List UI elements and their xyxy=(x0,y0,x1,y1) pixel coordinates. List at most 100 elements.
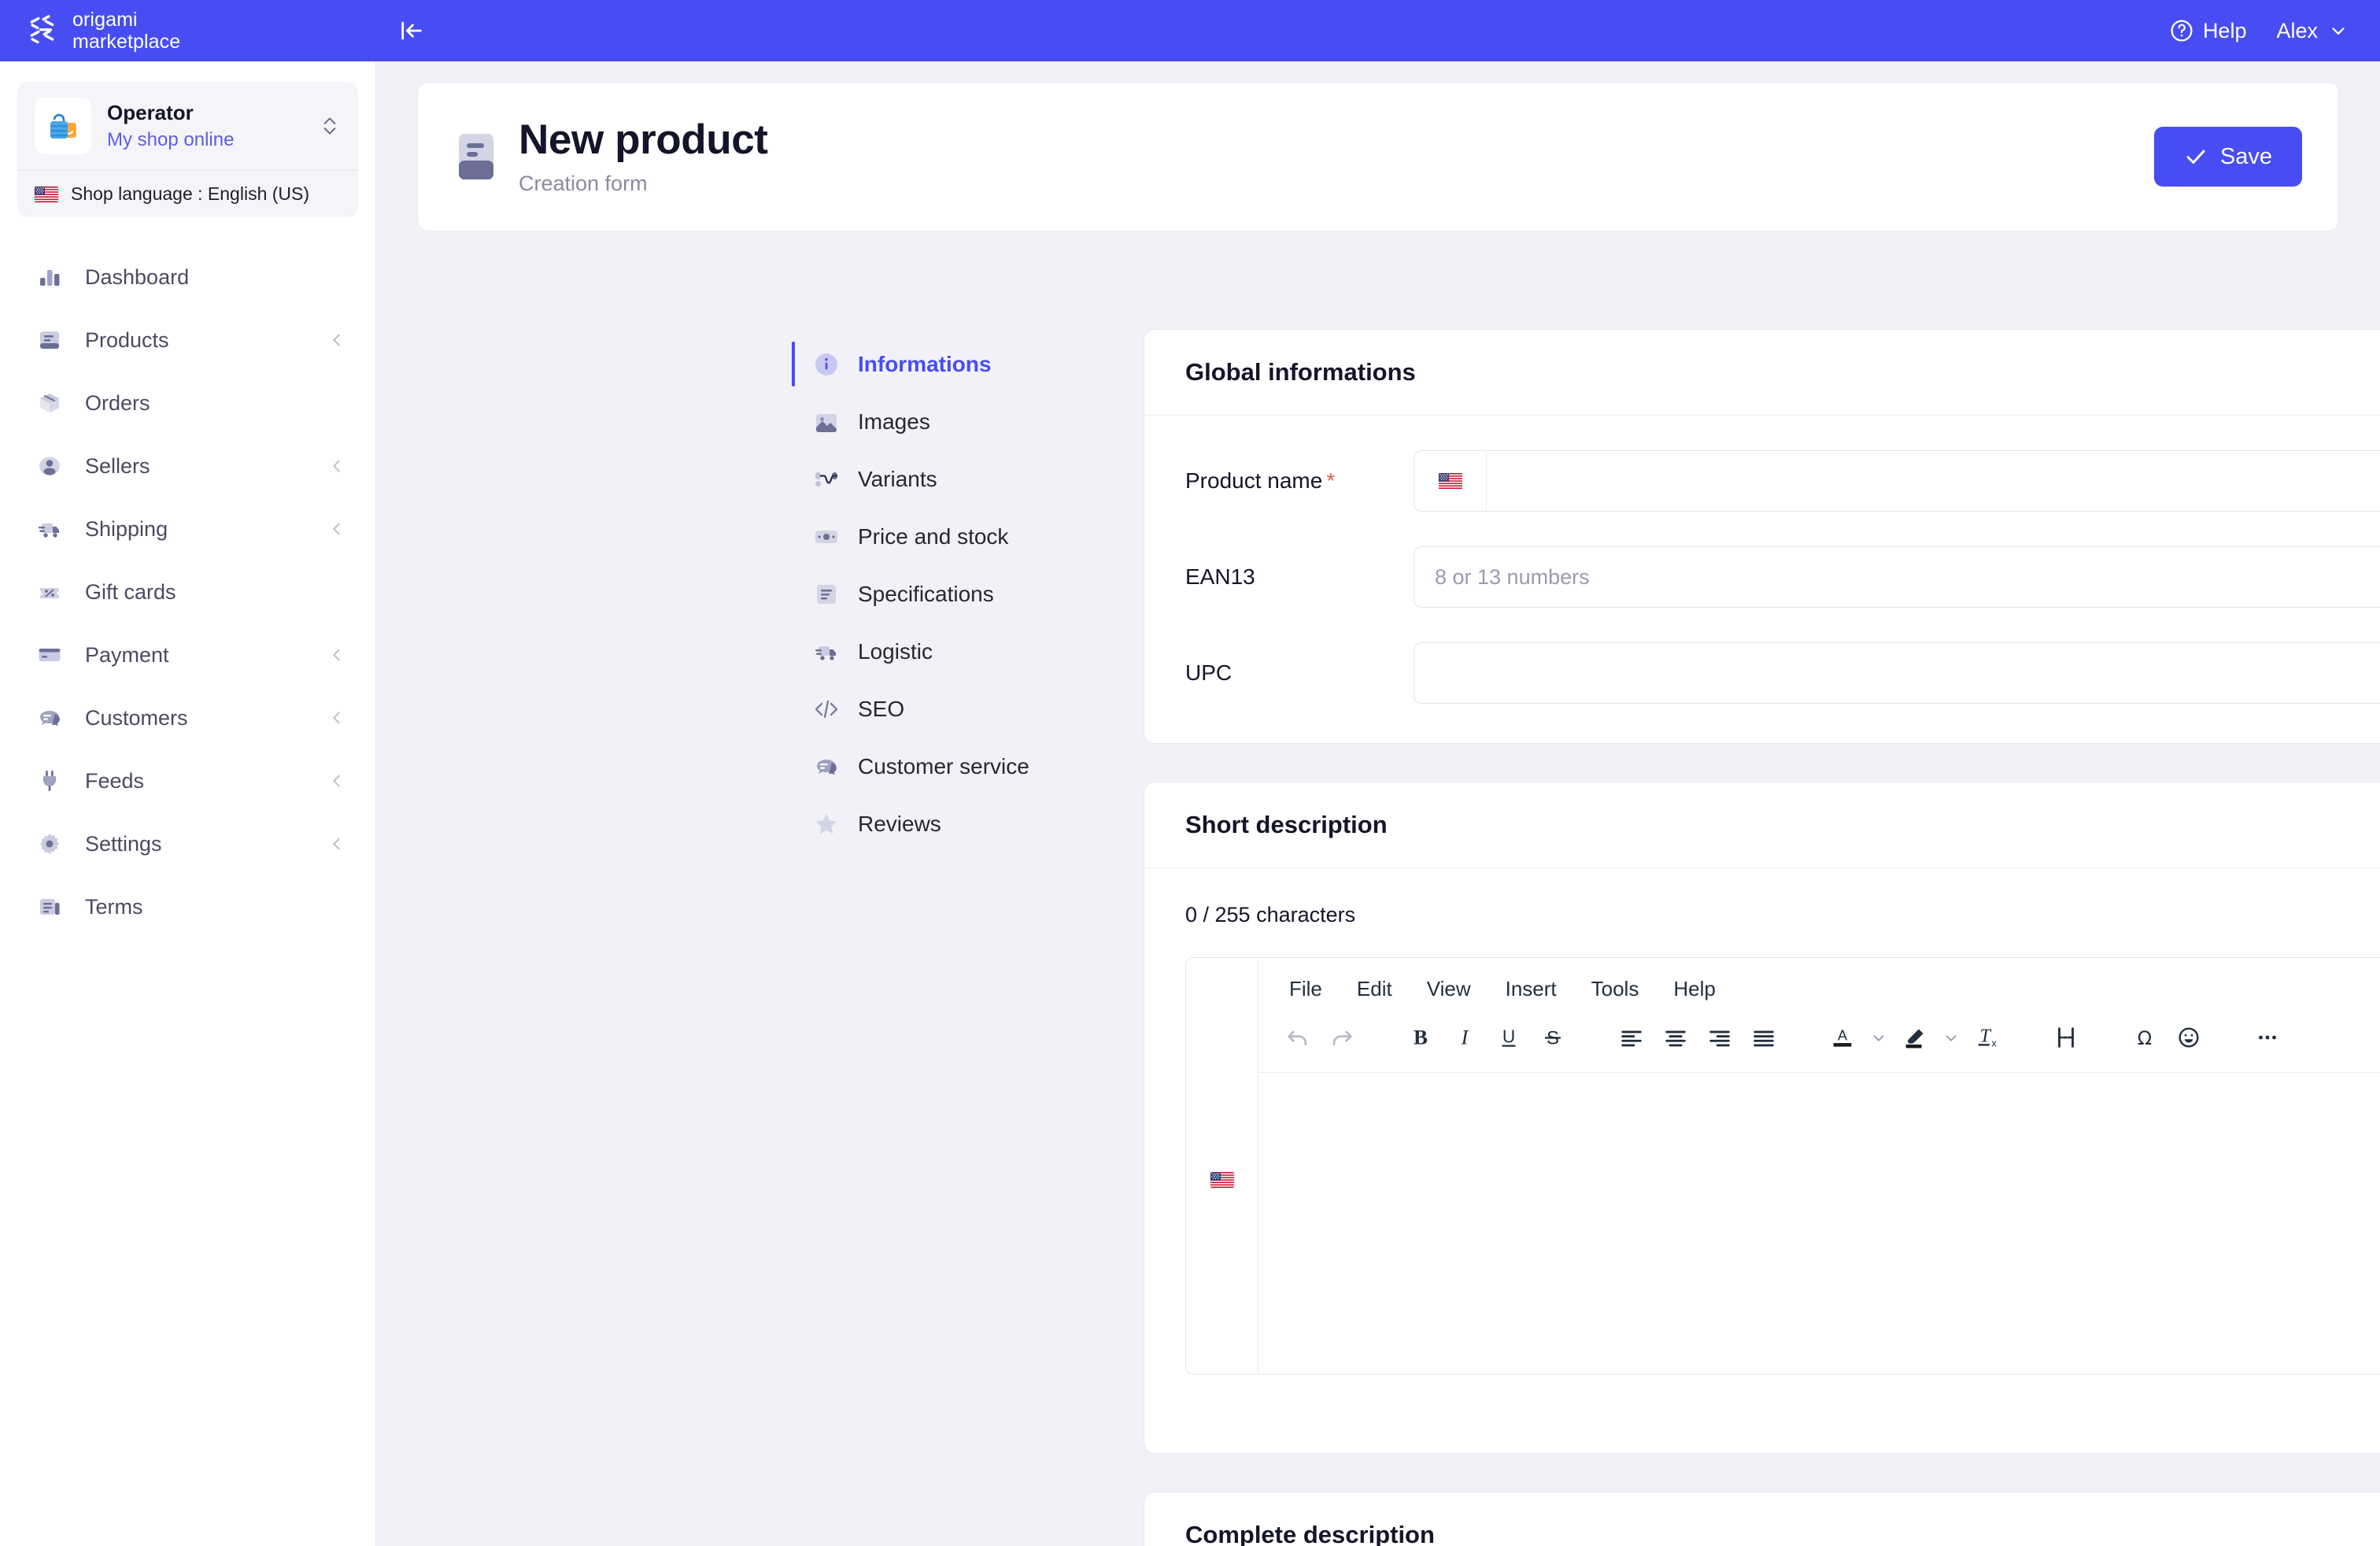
redo-icon[interactable] xyxy=(1320,1015,1364,1060)
brand-logo-area[interactable]: origami marketplace xyxy=(0,0,376,61)
shop-language-row[interactable]: Shop language : English (US) xyxy=(17,170,358,217)
tab-logistic[interactable]: Logistic xyxy=(792,623,1130,680)
text-color-icon[interactable]: A xyxy=(1820,1015,1864,1060)
tab-images[interactable]: Images xyxy=(792,393,1130,450)
ean13-control xyxy=(1414,546,2380,608)
short-description-bottom-counter: 0/255 xyxy=(1185,1392,2380,1414)
chevron-left-icon[interactable] xyxy=(328,331,346,349)
sidebar-item-customers[interactable]: Customers xyxy=(0,686,375,749)
code-brackets-icon xyxy=(812,695,841,723)
italic-icon[interactable]: I xyxy=(1443,1015,1487,1060)
sidebar-item-gift-cards[interactable]: Gift cards xyxy=(0,560,375,623)
horizontal-rule-icon[interactable] xyxy=(2044,1015,2088,1060)
sidebar-item-orders[interactable]: Orders xyxy=(0,372,375,435)
align-right-icon[interactable] xyxy=(1698,1015,1742,1060)
svg-text:Ω: Ω xyxy=(2138,1027,2152,1049)
bar-chart-icon xyxy=(35,262,65,292)
chevron-left-icon[interactable] xyxy=(328,709,346,727)
editor-menu-insert[interactable]: Insert xyxy=(1492,971,1570,1008)
svg-text:T: T xyxy=(1979,1026,1991,1047)
special-character-icon[interactable]: Ω xyxy=(2123,1015,2167,1060)
bold-icon[interactable]: B xyxy=(1399,1015,1443,1060)
sidebar-item-dashboard[interactable]: Dashboard xyxy=(0,246,375,309)
origami-logo-icon xyxy=(28,14,61,47)
shopping-bag-icon xyxy=(35,98,91,154)
collapse-sidebar-icon[interactable] xyxy=(390,11,433,50)
brand-text: origami marketplace xyxy=(72,9,180,53)
sidebar-item-feeds[interactable]: Feeds xyxy=(0,749,375,812)
tab-specifications[interactable]: Specifications xyxy=(792,565,1130,623)
upc-label: UPC xyxy=(1185,660,1232,685)
svg-text:A: A xyxy=(1838,1027,1848,1044)
chevron-left-icon[interactable] xyxy=(328,772,346,790)
shop-subtitle: My shop online xyxy=(107,128,235,150)
highlight-color-chevron-icon[interactable] xyxy=(1937,1015,1965,1060)
list-lines-icon xyxy=(812,580,841,608)
sidebar-item-label: Settings xyxy=(85,831,162,856)
tab-price-and-stock[interactable]: Price and stock xyxy=(792,508,1130,565)
product-name-input-group[interactable] xyxy=(1414,450,2380,512)
sidebar-item-terms[interactable]: Terms xyxy=(0,875,375,938)
product-name-control xyxy=(1414,450,2380,512)
book-icon xyxy=(35,325,65,355)
document-list-icon xyxy=(35,892,65,922)
emoji-icon[interactable] xyxy=(2167,1015,2211,1060)
tab-label: Customer service xyxy=(858,753,1029,779)
info-circle-icon xyxy=(812,350,841,379)
variants-icon xyxy=(812,465,841,494)
help-label: Help xyxy=(2202,18,2247,43)
shop-selector[interactable]: Operator My shop online xyxy=(17,82,358,170)
editor-menu-bar: File Edit View Insert Tools Help xyxy=(1258,958,2380,1012)
tab-label: Price and stock xyxy=(858,523,1009,549)
text-color-chevron-icon[interactable] xyxy=(1864,1015,1893,1060)
help-button[interactable]: Help xyxy=(2169,18,2247,43)
sidebar-item-payment[interactable]: Payment xyxy=(0,623,375,686)
svg-text:I: I xyxy=(1461,1026,1470,1049)
chevron-left-icon[interactable] xyxy=(328,457,346,475)
strikethrough-icon[interactable]: S xyxy=(1531,1015,1575,1060)
chevron-left-icon[interactable] xyxy=(328,835,346,853)
short-description-text-area[interactable] xyxy=(1258,1073,2380,1374)
align-center-icon[interactable] xyxy=(1654,1015,1698,1060)
undo-icon[interactable] xyxy=(1276,1015,1320,1060)
align-justify-icon[interactable] xyxy=(1742,1015,1786,1060)
upc-control xyxy=(1414,642,2380,704)
sidebar-item-shipping[interactable]: Shipping xyxy=(0,497,375,560)
brand-line-2: marketplace xyxy=(72,31,181,53)
tab-informations[interactable]: Informations xyxy=(792,335,1130,393)
sidebar-item-settings[interactable]: Settings xyxy=(0,812,375,875)
chevron-left-icon[interactable] xyxy=(328,646,346,664)
tab-variants[interactable]: Variants xyxy=(792,450,1130,508)
editor-menu-help[interactable]: Help xyxy=(1660,971,1728,1008)
upc-input[interactable] xyxy=(1414,642,2380,704)
shop-meta: Operator My shop online xyxy=(107,100,303,152)
chevron-up-down-icon[interactable] xyxy=(319,113,341,139)
editor-menu-tools[interactable]: Tools xyxy=(1578,971,1653,1008)
editor-menu-view[interactable]: View xyxy=(1414,971,1484,1008)
editor-menu-file[interactable]: File xyxy=(1276,971,1336,1008)
tab-customer-service[interactable]: Customer service xyxy=(792,738,1130,795)
svg-text:U: U xyxy=(1502,1026,1515,1046)
panel-title: Short description xyxy=(1144,782,2380,868)
panel-global-informations: Global informations Product name * EAN13… xyxy=(1144,329,2380,744)
sidebar-item-products[interactable]: Products xyxy=(0,309,375,372)
user-menu[interactable]: Alex xyxy=(2276,19,2349,43)
clear-formatting-icon[interactable]: T x xyxy=(1965,1015,2009,1060)
product-name-label: Product name * xyxy=(1185,468,1414,494)
ean13-input[interactable] xyxy=(1414,546,2380,608)
page-header-text: New product Creation form xyxy=(519,117,2154,195)
align-left-icon[interactable] xyxy=(1609,1015,1654,1060)
chevron-left-icon[interactable] xyxy=(328,520,346,538)
truck-icon xyxy=(812,638,841,666)
sidebar-item-label: Sellers xyxy=(85,453,150,478)
save-button[interactable]: Save xyxy=(2153,127,2302,187)
sidebar-item-sellers[interactable]: Sellers xyxy=(0,435,375,497)
underline-icon[interactable]: U xyxy=(1487,1015,1531,1060)
more-options-icon[interactable] xyxy=(2245,1015,2289,1060)
editor-menu-edit[interactable]: Edit xyxy=(1343,971,1406,1008)
highlight-color-icon[interactable] xyxy=(1893,1015,1937,1060)
tab-seo[interactable]: SEO xyxy=(792,680,1130,738)
image-icon xyxy=(812,408,841,436)
tab-reviews[interactable]: Reviews xyxy=(792,795,1130,853)
product-name-input[interactable] xyxy=(1487,451,2380,511)
